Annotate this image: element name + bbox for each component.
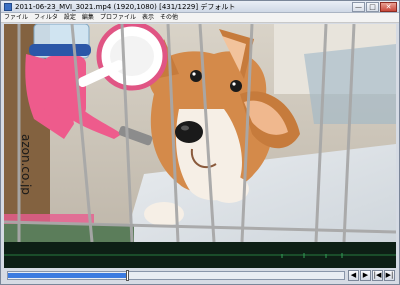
menu-view[interactable]: 表示 bbox=[139, 13, 157, 22]
app-icon bbox=[4, 3, 12, 11]
play-button[interactable]: ▶ bbox=[360, 270, 371, 281]
title-bar[interactable]: 2011-06-23_MVI_3021.mp4 (1920,1080) [431… bbox=[1, 1, 399, 13]
video-preview[interactable]: azon.co.jp bbox=[4, 24, 396, 242]
seek-slider[interactable] bbox=[7, 270, 345, 281]
menu-profile[interactable]: プロファイル bbox=[97, 13, 139, 22]
go-start-button[interactable]: |◀ bbox=[372, 270, 383, 281]
menu-filter[interactable]: フィルタ bbox=[31, 13, 61, 22]
menu-settings[interactable]: 設定 bbox=[61, 13, 79, 22]
box-text: azon.co.jp bbox=[19, 134, 33, 195]
close-button[interactable]: ✕ bbox=[380, 2, 397, 12]
maximize-button[interactable]: □ bbox=[366, 2, 379, 12]
menu-file[interactable]: ファイル bbox=[1, 13, 31, 22]
playback-controls: ◀ ▶ |◀ ▶| bbox=[4, 268, 396, 283]
green-mat bbox=[4, 224, 134, 242]
minimize-button[interactable]: — bbox=[352, 2, 365, 12]
menu-bar: ファイル フィルタ 設定 編集 プロファイル 表示 その他 bbox=[1, 13, 399, 23]
window-title: 2011-06-23_MVI_3021.mp4 (1920,1080) [431… bbox=[15, 3, 236, 11]
window-controls: — □ ✕ bbox=[352, 2, 397, 12]
audio-ticks bbox=[281, 253, 343, 258]
video-frame: azon.co.jp bbox=[4, 24, 396, 242]
audio-waveform-bar[interactable] bbox=[4, 242, 396, 268]
step-back-button[interactable]: ◀ bbox=[348, 270, 359, 281]
menu-edit[interactable]: 編集 bbox=[79, 13, 97, 22]
menu-other[interactable]: その他 bbox=[157, 13, 181, 22]
app-window: 2011-06-23_MVI_3021.mp4 (1920,1080) [431… bbox=[0, 0, 400, 285]
seek-thumb[interactable] bbox=[126, 270, 129, 281]
seek-progress bbox=[8, 273, 126, 278]
go-end-button[interactable]: ▶| bbox=[384, 270, 395, 281]
